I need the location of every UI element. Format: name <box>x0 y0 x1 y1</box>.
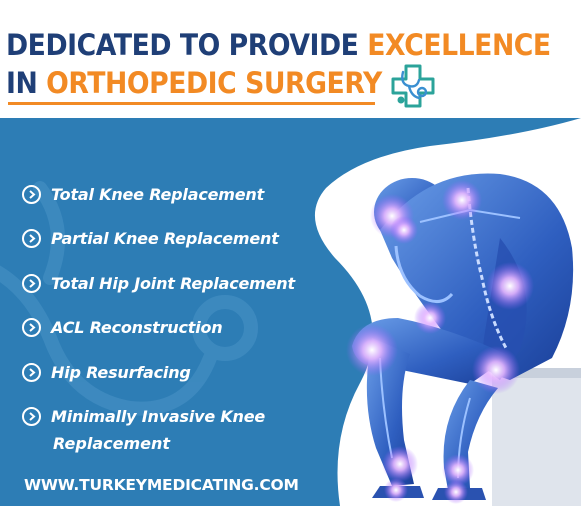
chevron-right-circle-icon <box>22 184 41 204</box>
list-item: Total Hip Joint Replacement <box>22 261 295 306</box>
headline-line1-orange: EXCELLENCE <box>367 28 551 62</box>
headline-line2-orange: ORTHOPEDIC SURGERY <box>46 66 382 100</box>
banner: DEDICATED TO PROVIDE EXCELLENCE IN ORTHO… <box>0 0 581 506</box>
chevron-right-circle-icon <box>22 407 41 427</box>
chevron-right-circle-icon <box>22 229 41 249</box>
list-item: Minimally Invasive Knee <box>22 395 295 440</box>
procedure-label: ACL Reconstruction <box>51 318 223 338</box>
chevron-right-circle-icon <box>22 362 41 382</box>
procedure-label: Partial Knee Replacement <box>51 229 279 249</box>
procedure-label: Total Knee Replacement <box>51 184 265 204</box>
procedures-panel: Total Knee Replacement Partial Knee Repl… <box>0 118 581 506</box>
headline-line2-dark: IN <box>6 66 38 100</box>
procedure-label: Hip Resurfacing <box>51 362 191 382</box>
list-item: Partial Knee Replacement <box>22 217 295 262</box>
headline-line1-dark: DEDICATED TO PROVIDE <box>6 28 359 62</box>
list-item: Total Knee Replacement <box>22 172 295 217</box>
list-item: Hip Resurfacing <box>22 350 295 395</box>
headline-underline <box>8 102 375 105</box>
procedure-label: Minimally Invasive Knee <box>51 407 266 427</box>
headline: DEDICATED TO PROVIDE EXCELLENCE IN ORTHO… <box>6 26 551 102</box>
procedure-label: Total Hip Joint Replacement <box>51 273 295 293</box>
list-item: ACL Reconstruction <box>22 306 295 351</box>
procedure-list: Total Knee Replacement Partial Knee Repl… <box>22 172 295 439</box>
chevron-right-circle-icon <box>22 273 41 293</box>
body-figure-illustration <box>346 173 581 506</box>
procedure-label-continuation: Replacement <box>53 434 171 453</box>
medical-cross-stethoscope-icon <box>391 64 435 108</box>
chevron-right-circle-icon <box>22 318 41 338</box>
website-link[interactable]: WWW.TURKEYMEDICATING.COM <box>24 476 299 494</box>
